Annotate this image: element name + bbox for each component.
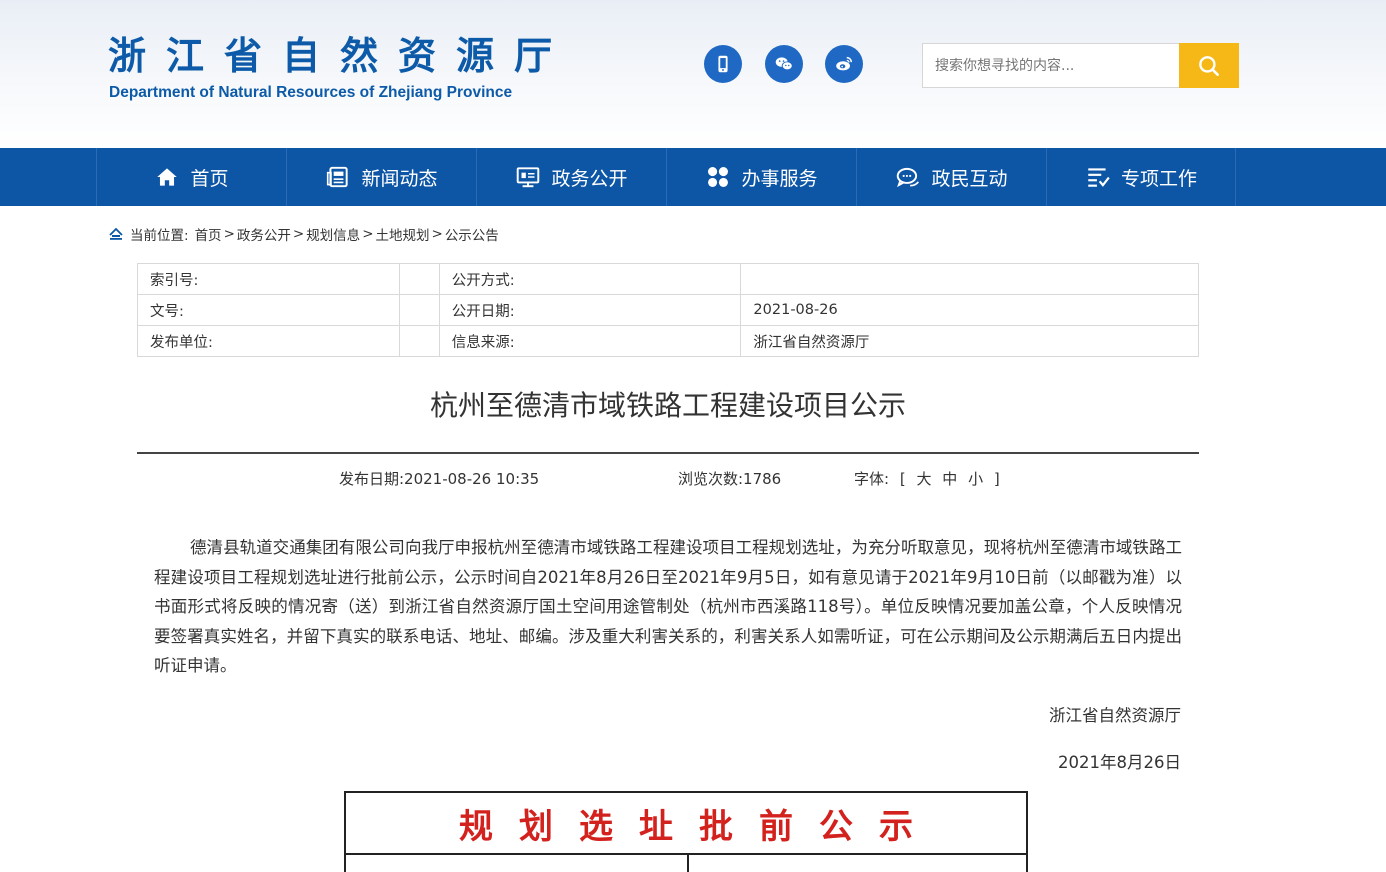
breadcrumb-separator: >	[292, 226, 305, 242]
search-input[interactable]	[923, 44, 1179, 87]
nav-item-label: 政民互动	[931, 167, 1008, 190]
main-nav: 首页 新闻动态 政务公开 办事服务 政民互动 专项工作	[0, 148, 1386, 206]
breadcrumb-item-planning-info[interactable]: 规划信息	[306, 224, 360, 244]
nav-item-gov-affairs[interactable]: 政务公开	[476, 148, 666, 206]
font-size-small-link[interactable]: 小	[968, 470, 983, 488]
font-size-controls: 字体: [ 大 中 小 ]	[854, 468, 1000, 489]
meta-label: 公开方式:	[438, 263, 742, 295]
search-icon	[1199, 55, 1219, 76]
meta-label: 公开日期:	[438, 294, 742, 326]
grid-icon	[708, 167, 729, 187]
breadcrumb-separator: >	[223, 226, 235, 242]
site-logo-english[interactable]: Department of Natural Resources of Zheji…	[109, 84, 512, 102]
breadcrumb-prefix: 当前位置:	[130, 228, 189, 244]
nav-item-label: 政务公开	[551, 167, 628, 190]
meta-label: 发布单位:	[137, 325, 400, 357]
meta-value	[398, 325, 440, 357]
table-row: 发布单位: 信息来源: 浙江省自然资源厅	[137, 325, 1199, 357]
nav-item-home[interactable]: 首页	[96, 148, 286, 206]
breadcrumb-item-announcements[interactable]: 公示公告	[445, 224, 499, 244]
meta-label: 信息来源:	[438, 325, 742, 357]
meta-label: 文号:	[137, 294, 400, 326]
publish-date: 发布日期:2021-08-26 10:35	[339, 470, 540, 488]
home-icon	[109, 227, 123, 240]
meta-value	[740, 263, 1199, 295]
font-size-label: 字体:	[854, 470, 890, 488]
breadcrumb: 当前位置: 首页 > 政务公开 > 规划信息 > 土地规划 > 公示公告	[108, 224, 499, 244]
article-body: 德清县轨道交通集团有限公司向我厅申报杭州至德清市域铁路工程建设项目工程规划选址，…	[154, 538, 1182, 675]
notice-title: 规划选址批前公示	[459, 806, 939, 847]
article-signature: 浙江省自然资源厅	[1049, 706, 1181, 725]
site-header: 浙江省自然资源厅 Department of Natural Resources…	[0, 0, 1386, 148]
notice-column-divider	[687, 853, 689, 872]
weibo-icon[interactable]	[825, 45, 863, 83]
table-row: 索引号: 公开方式:	[137, 263, 1199, 295]
nav-item-label: 新闻动态	[361, 167, 438, 190]
nav-item-special-work[interactable]: 专项工作	[1046, 148, 1236, 206]
meta-value	[398, 263, 440, 295]
meta-value: 2021-08-26	[740, 294, 1199, 326]
meta-value	[398, 294, 440, 326]
view-count: 浏览次数:1786	[678, 470, 782, 488]
breadcrumb-separator: >	[362, 226, 374, 242]
font-size-large-link[interactable]: 大	[916, 470, 931, 488]
breadcrumb-item-gov-affairs[interactable]: 政务公开	[237, 224, 291, 244]
document-meta-table: 索引号: 公开方式: 文号: 公开日期: 2021-08-26 发布单位: 信息…	[137, 263, 1199, 357]
search-button[interactable]	[1179, 43, 1239, 88]
monitor-icon	[517, 167, 540, 188]
table-row: 文号: 公开日期: 2021-08-26	[137, 294, 1199, 326]
nav-item-news[interactable]: 新闻动态	[286, 148, 476, 206]
title-divider	[137, 452, 1199, 454]
meta-label: 索引号:	[137, 263, 400, 295]
nav-item-services[interactable]: 办事服务	[666, 148, 856, 206]
article-title: 杭州至德清市域铁路工程建设项目公示	[429, 389, 906, 422]
chat-icon	[897, 167, 920, 188]
search-box	[922, 43, 1180, 88]
nav-item-label: 专项工作	[1120, 167, 1197, 190]
font-size-medium-link[interactable]: 中	[942, 470, 957, 488]
list-check-icon	[1088, 168, 1110, 187]
mobile-icon[interactable]	[704, 45, 742, 83]
meta-value: 浙江省自然资源厅	[740, 325, 1199, 357]
site-logo-chinese[interactable]: 浙江省自然资源厅	[108, 34, 572, 78]
notice-divider	[346, 853, 1026, 855]
breadcrumb-separator: >	[431, 226, 443, 242]
article-sign-date: 2021年8月26日	[1058, 753, 1181, 772]
news-icon	[327, 166, 349, 188]
nav-item-interaction[interactable]: 政民互动	[856, 148, 1046, 206]
nav-item-label: 办事服务	[741, 167, 818, 190]
nav-item-label: 首页	[190, 167, 229, 190]
breadcrumb-item-home[interactable]: 首页	[195, 224, 222, 244]
font-size-bracket-open: [	[899, 470, 906, 488]
font-size-bracket-close: ]	[993, 470, 1000, 488]
breadcrumb-item-land-planning[interactable]: 土地规划	[376, 224, 430, 244]
wechat-icon[interactable]	[765, 45, 803, 83]
home-icon	[157, 168, 178, 186]
notice-document-image: 规划选址批前公示	[344, 791, 1028, 872]
